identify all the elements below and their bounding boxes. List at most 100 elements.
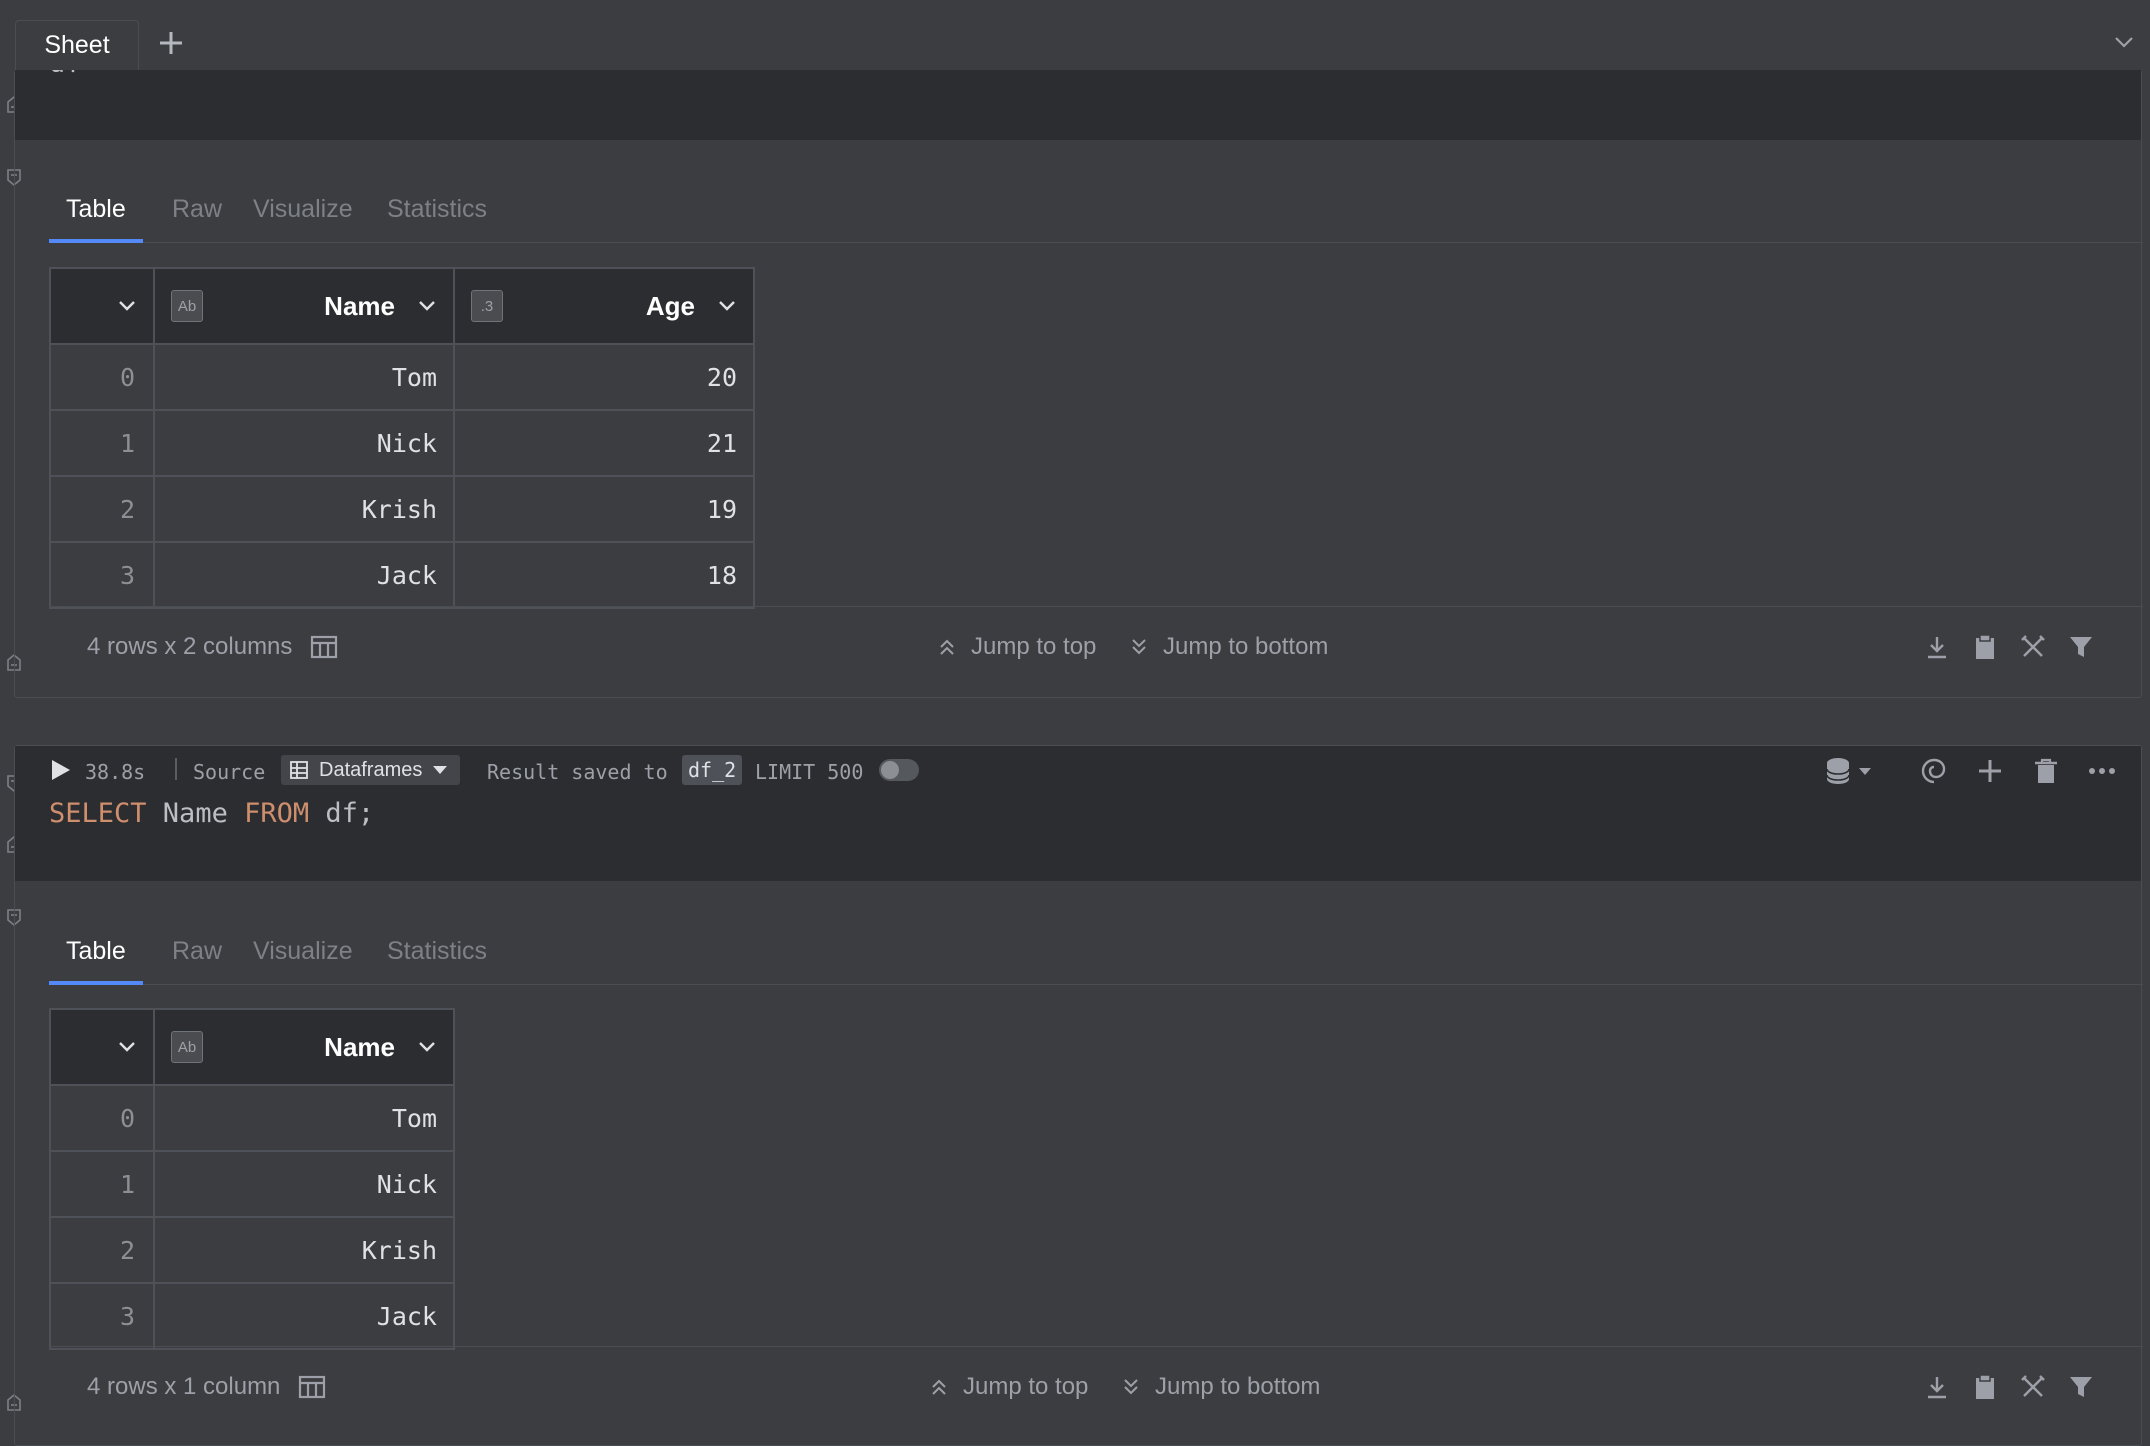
jump-to-bottom-button[interactable]: Jump to bottom [1129, 633, 1328, 661]
download-icon[interactable] [1923, 1373, 1951, 1401]
notebook-cell-1: df Table Raw Visualize Statistics Ab Nam… [14, 70, 2143, 698]
code-line[interactable]: SELECT Name FROM df; [49, 798, 374, 829]
result-footer: 4 rows x 2 columns Jump to top Jump to b… [49, 606, 2143, 690]
double-chevron-down-icon [1124, 1379, 1138, 1395]
code-editor[interactable]: 38.8s Source Dataframes Result saved to … [15, 746, 2141, 881]
column-header-label: Name [324, 1031, 395, 1062]
chevron-down-icon[interactable] [117, 299, 137, 313]
result-footer: 4 rows x 1 column Jump to top Jump to bo… [49, 1346, 2143, 1430]
tab-raw[interactable]: Raw [172, 195, 222, 224]
tab-raw[interactable]: Raw [172, 937, 222, 966]
trash-icon[interactable] [2031, 756, 2061, 786]
table-row: 2 Krish [49, 1216, 455, 1284]
table-cell[interactable]: Jack [153, 1282, 455, 1350]
row-index: 3 [49, 541, 155, 609]
row-column-count: 4 rows x 1 column [87, 1373, 281, 1400]
table-cell[interactable]: Krish [153, 1216, 455, 1284]
string-type-icon: Ab [171, 290, 203, 322]
result-variable-name[interactable]: df_2 [682, 755, 743, 785]
table-cell[interactable]: Nick [153, 409, 455, 477]
sheet-tabbar: Sheet [0, 0, 2150, 70]
sql-keyword: SELECT [49, 798, 147, 829]
filter-icon[interactable] [2067, 633, 2095, 661]
table-cell[interactable]: Tom [153, 1084, 455, 1152]
tab-visualize[interactable]: Visualize [253, 937, 353, 966]
row-index: 1 [49, 409, 155, 477]
table-cell[interactable]: Tom [153, 343, 455, 411]
table-row: 0 Tom [49, 1084, 455, 1152]
column-header-age[interactable]: .3 Age [453, 267, 755, 345]
tab-sheet[interactable]: Sheet [15, 20, 139, 70]
chevron-down-icon[interactable] [117, 1040, 137, 1054]
result-tabs: Table Raw Visualize Statistics [49, 913, 2143, 985]
table-icon [290, 761, 308, 779]
jump-to-top-button[interactable]: Jump to top [937, 633, 1096, 661]
caret-down-icon [433, 766, 448, 774]
table-cell[interactable]: Jack [153, 541, 455, 609]
chevron-down-icon[interactable] [417, 299, 437, 313]
chevron-down-icon[interactable] [417, 1040, 437, 1054]
jump-to-bottom-button[interactable]: Jump to bottom [1121, 1373, 1320, 1401]
row-index: 2 [49, 1216, 155, 1284]
jump-to-bottom-label: Jump to bottom [1163, 633, 1329, 660]
table-cell[interactable]: Nick [153, 1150, 455, 1218]
database-icon[interactable] [1825, 756, 1875, 786]
clipboard-icon[interactable] [1971, 633, 1999, 661]
table-cell[interactable]: Krish [153, 475, 455, 543]
table-row: 3 Jack [49, 1282, 455, 1350]
double-chevron-up-icon [940, 639, 954, 655]
chevron-down-icon[interactable] [2110, 28, 2138, 56]
tab-statistics[interactable]: Statistics [387, 195, 487, 224]
clipboard-icon[interactable] [1971, 1373, 1999, 1401]
more-icon[interactable] [2087, 756, 2117, 786]
index-header[interactable] [49, 267, 155, 345]
table-summary: 4 rows x 2 columns [87, 633, 338, 661]
table-cell[interactable]: 20 [453, 343, 755, 411]
column-header-name[interactable]: Ab Name [153, 1008, 455, 1086]
table-summary: 4 rows x 1 column [87, 1373, 326, 1401]
add-tab-icon[interactable] [155, 27, 187, 59]
table-layout-icon[interactable] [310, 634, 338, 660]
result-table: Ab Name 0 Tom 1 Nick 2 Krish 3 Jack [49, 1008, 455, 1350]
number-type-icon: .3 [471, 290, 503, 322]
limit-toggle[interactable] [879, 759, 919, 781]
table-cell[interactable]: 21 [453, 409, 755, 477]
row-index: 0 [49, 343, 155, 411]
table-cell[interactable]: 19 [453, 475, 755, 543]
code-line: df [49, 70, 82, 79]
table-cell[interactable]: 18 [453, 541, 755, 609]
tab-table[interactable]: Table [66, 195, 126, 224]
result-saved-label: Result saved to [487, 760, 668, 784]
execution-time: 38.8s [85, 760, 146, 784]
active-tab-indicator [49, 981, 143, 985]
sql-text: df; [309, 798, 375, 829]
column-header-name[interactable]: Ab Name [153, 267, 455, 345]
code-editor[interactable]: df [15, 70, 2141, 140]
chevron-down-icon[interactable] [717, 299, 737, 313]
source-label: Source [193, 760, 266, 784]
swirl-icon[interactable] [1919, 756, 1949, 786]
tools-icon[interactable] [2019, 633, 2047, 661]
separator [175, 758, 177, 780]
index-header[interactable] [49, 1008, 155, 1086]
download-icon[interactable] [1923, 633, 1951, 661]
source-select[interactable]: Dataframes [281, 755, 461, 785]
tab-visualize[interactable]: Visualize [253, 195, 353, 224]
table-layout-icon[interactable] [298, 1374, 326, 1400]
tab-statistics[interactable]: Statistics [387, 937, 487, 966]
jump-to-top-label: Jump to top [971, 633, 1097, 660]
row-index: 2 [49, 475, 155, 543]
jump-to-top-button[interactable]: Jump to top [929, 1373, 1088, 1401]
result-tabs: Table Raw Visualize Statistics [49, 171, 2143, 243]
sql-text: Name [146, 798, 245, 829]
filter-icon[interactable] [2067, 1373, 2095, 1401]
tab-table[interactable]: Table [66, 937, 126, 966]
tools-icon[interactable] [2019, 1373, 2047, 1401]
limit-label: LIMIT 500 [755, 760, 864, 784]
table-row: 2 Krish 19 [49, 475, 755, 543]
active-tab-indicator [49, 239, 143, 243]
sql-keyword: FROM [244, 798, 310, 829]
add-icon[interactable] [1975, 756, 2005, 786]
cell-toolbar: 38.8s Source Dataframes Result saved to … [15, 746, 2141, 792]
run-icon[interactable] [49, 758, 71, 782]
